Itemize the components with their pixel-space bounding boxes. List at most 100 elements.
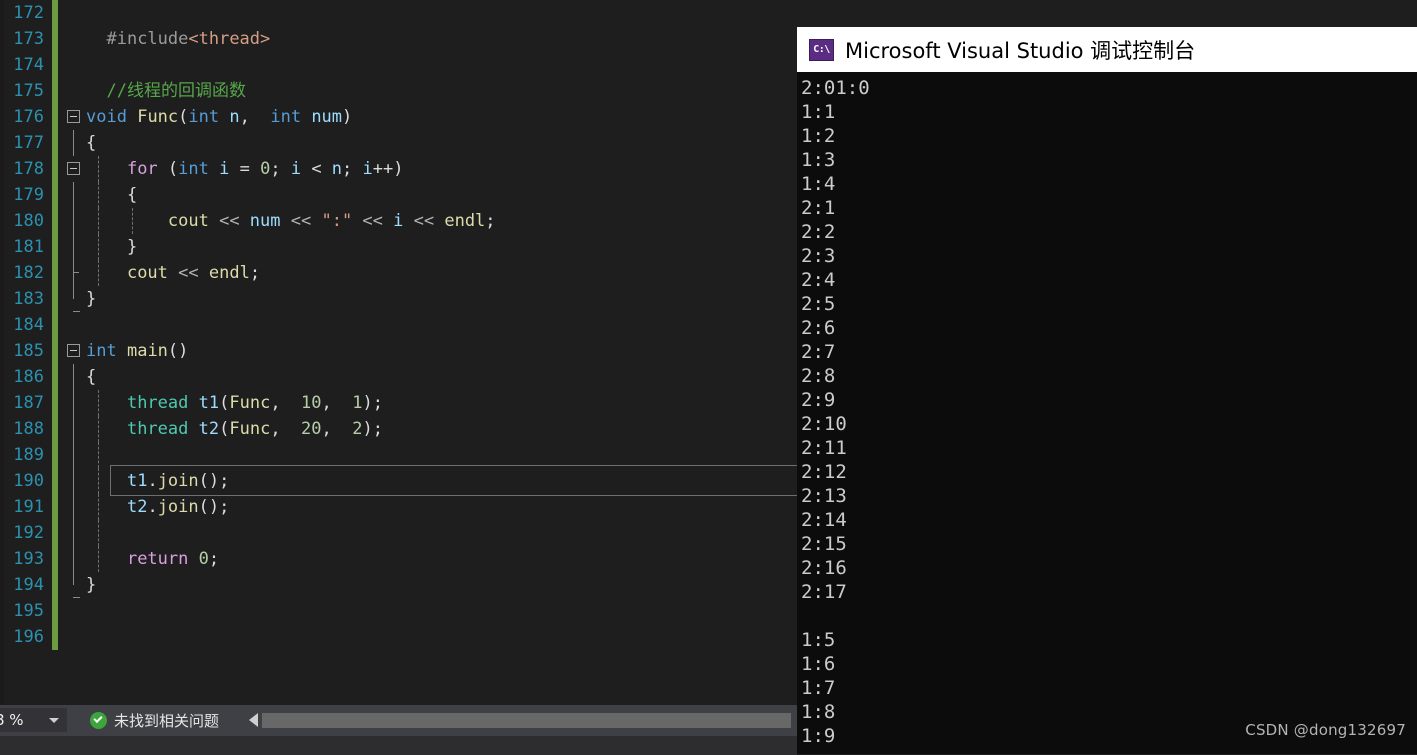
code-line[interactable]: 173 #include<thread> [0,26,797,52]
code-text[interactable] [84,598,797,624]
code-text[interactable]: #include<thread> [84,26,797,52]
outlining-column[interactable] [64,52,84,78]
scroll-left-arrow-icon[interactable] [249,713,259,727]
code-line[interactable]: 174 [0,52,797,78]
collapse-minus-icon[interactable] [67,162,80,175]
outlining-column[interactable] [64,624,84,650]
indent-guide [98,182,99,208]
code-text[interactable]: thread t1(Func, 10, 1); [84,390,797,416]
outline-vertical-line [73,234,74,260]
code-line[interactable]: 181 } [0,234,797,260]
code-line[interactable]: 186 { [0,364,797,390]
indent-guide [98,546,99,572]
issues-indicator[interactable]: 未找到相关问题 [90,710,219,731]
outlining-column[interactable] [64,156,84,182]
code-text[interactable]: } [84,572,797,598]
outlining-column[interactable] [64,338,84,364]
code-text[interactable]: { [84,364,797,390]
visual-studio-editor-pane[interactable]: 171 172173 #include<thread>174175 //线程的回… [0,0,797,705]
code-line[interactable]: 176 void Func(int n, int num) [0,104,797,130]
code-text[interactable]: return 0; [84,546,797,572]
code-line[interactable]: 192 [0,520,797,546]
outlining-column[interactable] [64,364,84,390]
zoom-level-value: 8 % [0,711,24,729]
code-line[interactable]: 190 t1.join(); [0,468,797,494]
code-line[interactable]: 185 int main() [0,338,797,364]
code-line[interactable]: 194} [0,572,797,598]
outlining-column[interactable] [64,416,84,442]
indent-guide [98,234,99,260]
outlining-column[interactable] [64,572,84,598]
outlining-column[interactable] [64,494,84,520]
outlining-column[interactable] [64,78,84,104]
code-line[interactable]: 188 thread t2(Func, 20, 2); [0,416,797,442]
scrollbar-thumb[interactable] [262,712,791,728]
code-text[interactable]: for (int i = 0; i < n; i++) [84,156,797,182]
code-line[interactable]: 196 [0,624,797,650]
code-text[interactable] [84,624,797,650]
code-text[interactable]: } [84,286,797,312]
outlining-column[interactable] [64,26,84,52]
code-line[interactable]: 175 //线程的回调函数 [0,78,797,104]
scrollbar-track[interactable] [262,712,791,728]
code-text[interactable] [84,0,797,26]
console-output-line: 1:7 [801,677,836,699]
code-line[interactable]: 178 for (int i = 0; i < n; i++) [0,156,797,182]
outlining-column[interactable] [64,442,84,468]
outlining-column[interactable] [64,546,84,572]
debug-console-window[interactable]: C:\ Microsoft Visual Studio 调试控制台 2:01:0… [797,27,1417,754]
outlining-column[interactable] [64,0,84,26]
code-text[interactable]: thread t2(Func, 20, 2); [84,416,797,442]
code-line[interactable]: 177 { [0,130,797,156]
line-number: 192 [13,523,44,543]
code-line[interactable]: 183} [0,286,797,312]
line-number: 186 [13,367,44,387]
code-text[interactable] [84,442,797,468]
code-text[interactable]: //线程的回调函数 [84,78,797,104]
code-text[interactable] [84,52,797,78]
console-output-area[interactable]: 2:01:0 1:1 1:2 1:3 1:4 2:1 2:2 2:3 2:4 2:5 2:6 2:7 2… [797,72,1417,748]
code-text[interactable]: cout << num << ":" << i << endl; [84,208,797,234]
outlining-column[interactable] [64,130,84,156]
outlining-column[interactable] [64,208,84,234]
code-text[interactable]: { [84,182,797,208]
code-lines-container[interactable]: 172 173 #include<thread> 174 175 //线程的回调函数 1… [0,0,797,705]
code-text[interactable]: { [84,130,797,156]
code-tokens: void Func(int n, int num) [86,107,353,127]
outlining-column[interactable] [64,598,84,624]
code-text[interactable]: void Func(int n, int num) [84,104,797,130]
code-text[interactable] [84,312,797,338]
outlining-column[interactable] [64,390,84,416]
outlining-column[interactable] [64,468,84,494]
outlining-column[interactable] [64,312,84,338]
code-text[interactable]: t2.join(); [84,494,797,520]
outlining-column[interactable] [64,286,84,312]
code-line[interactable]: 189 [0,442,797,468]
code-line[interactable]: 172 [0,0,797,26]
code-line[interactable]: 180 cout << num << ":" << i << endl; [0,208,797,234]
code-line[interactable]: 195 [0,598,797,624]
outlining-column[interactable] [64,260,84,286]
code-line[interactable]: 193 return 0; [0,546,797,572]
zoom-level-dropdown[interactable]: 8 % [0,707,68,733]
code-line[interactable]: 182 cout << endl; [0,260,797,286]
code-text[interactable]: int main() [84,338,797,364]
code-line[interactable]: 184 [0,312,797,338]
code-line[interactable]: 187 thread t1(Func, 10, 1); [0,390,797,416]
outlining-column[interactable] [64,182,84,208]
code-line[interactable]: 191 t2.join(); [0,494,797,520]
outlining-column[interactable] [64,520,84,546]
horizontal-scrollbar[interactable] [249,712,797,728]
code-text[interactable]: cout << endl; [84,260,797,286]
code-tokens: #include<thread> [106,29,271,49]
code-line[interactable]: 179 { [0,182,797,208]
outline-vertical-line [73,468,74,494]
code-text[interactable] [84,520,797,546]
code-text[interactable]: } [84,234,797,260]
collapse-minus-icon[interactable] [67,110,80,123]
outlining-column[interactable] [64,234,84,260]
console-title-bar[interactable]: C:\ Microsoft Visual Studio 调试控制台 [797,27,1417,72]
code-text[interactable]: t1.join(); [84,468,797,494]
outlining-column[interactable] [64,104,84,130]
collapse-minus-icon[interactable] [67,344,80,357]
